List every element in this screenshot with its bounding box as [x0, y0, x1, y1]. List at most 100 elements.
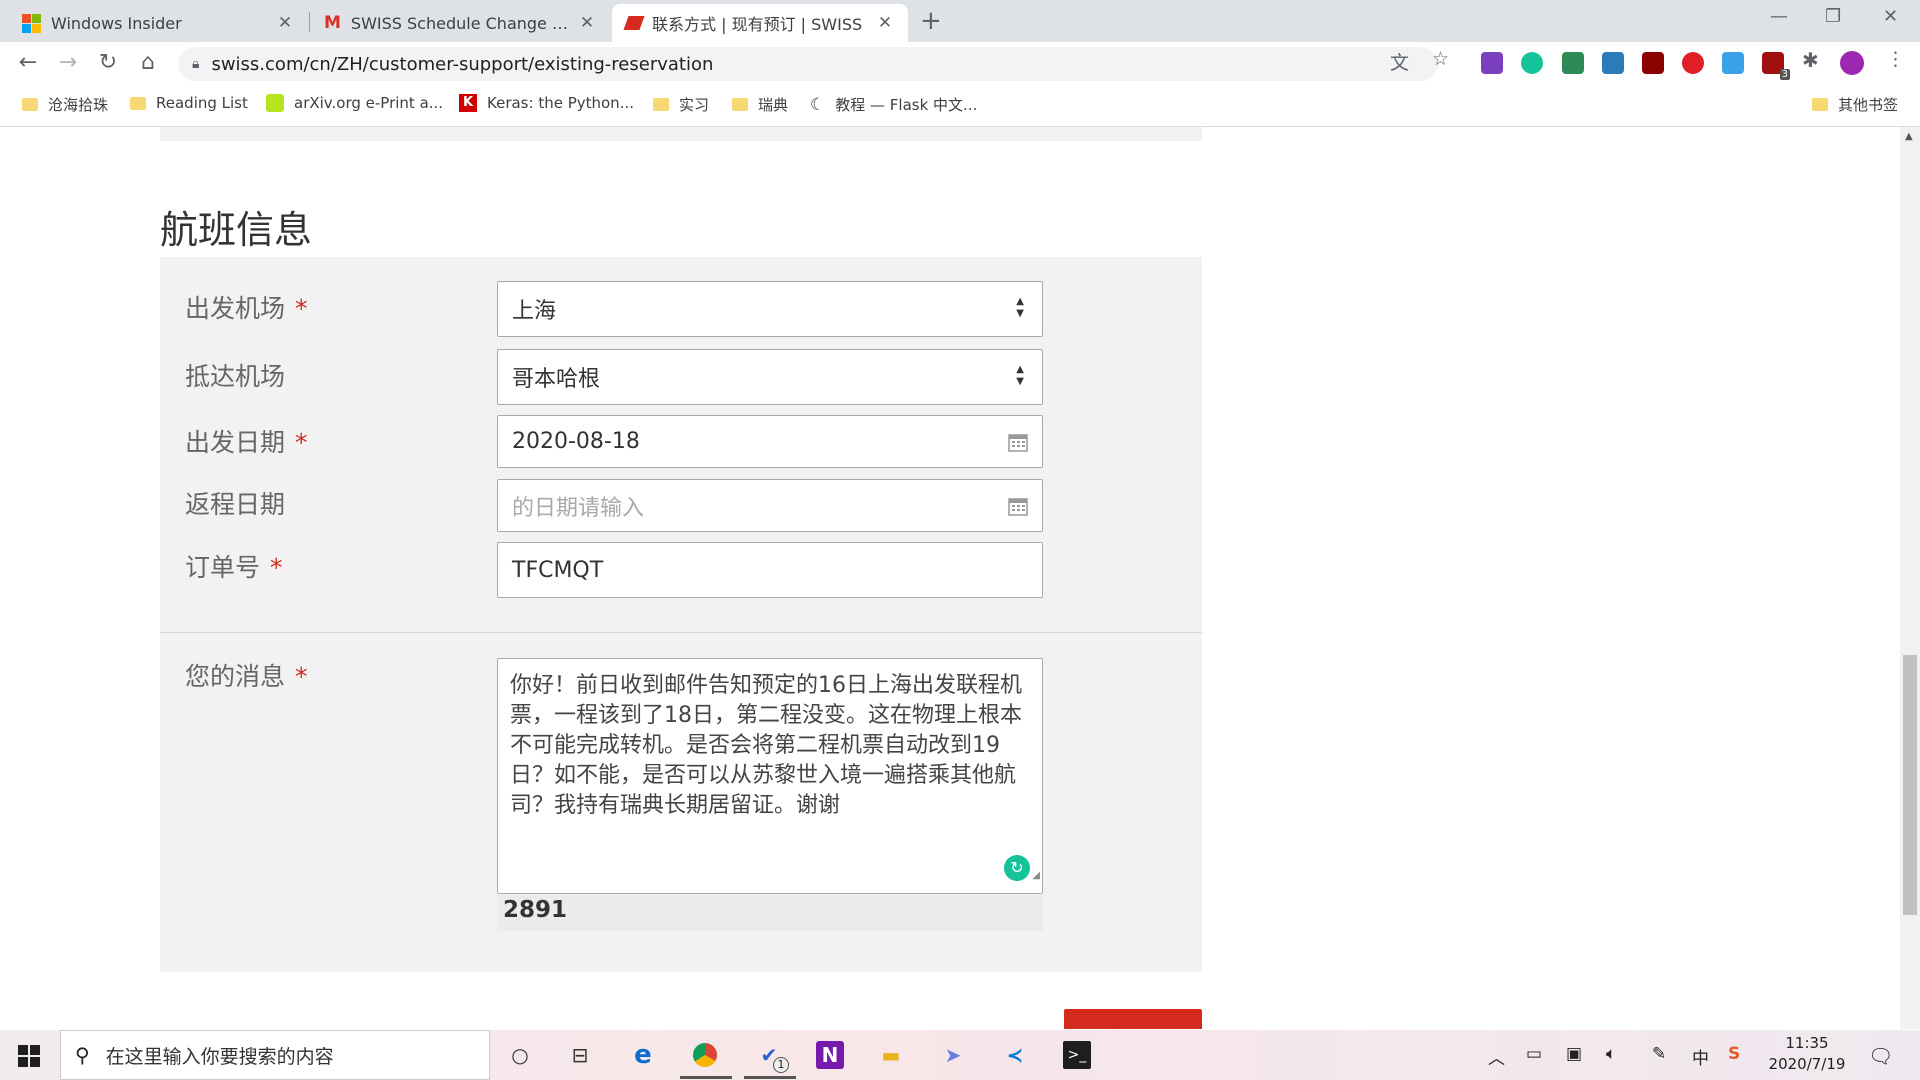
- grammarly-icon[interactable]: ↻: [1004, 855, 1030, 881]
- bookmark-item[interactable]: 沧海拾珠: [22, 94, 108, 115]
- section-divider: [160, 632, 1202, 633]
- arrival-airport-select[interactable]: 哥本哈根 ▲ ▼: [497, 349, 1043, 405]
- onenote-icon[interactable]: N: [816, 1041, 844, 1069]
- extensions-puzzle-icon[interactable]: ✱: [1802, 48, 1819, 72]
- terminal-icon[interactable]: >_: [1063, 1041, 1091, 1069]
- edge-icon[interactable]: e: [629, 1041, 657, 1069]
- windows-logo-icon: [22, 13, 41, 33]
- resize-handle-icon[interactable]: ◢: [1032, 861, 1040, 891]
- scroll-up-arrow-icon[interactable]: ▲: [1905, 131, 1913, 142]
- departure-airport-select[interactable]: 上海 ▲ ▼: [497, 281, 1043, 337]
- onenote-clipper-icon[interactable]: [1481, 52, 1503, 74]
- clock-time: 11:35: [1785, 1034, 1829, 1052]
- bookmark-item[interactable]: arXiv.org e-Print a...: [266, 94, 443, 112]
- start-button[interactable]: [18, 1045, 40, 1067]
- show-hidden-icons-icon[interactable]: ︿: [1488, 1044, 1505, 1069]
- file-explorer-icon[interactable]: ▬: [877, 1041, 905, 1069]
- forward-button[interactable]: →: [54, 50, 82, 75]
- remaining-chars-count: 2891: [503, 897, 568, 923]
- label-text: 抵达机场: [185, 362, 286, 391]
- ime-indicator[interactable]: 中: [1692, 1044, 1709, 1069]
- bookmark-item[interactable]: 实习: [653, 94, 709, 115]
- bookmark-label: 教程 — Flask 中文...: [835, 96, 978, 114]
- adblock-extension-icon[interactable]: [1682, 52, 1704, 74]
- clock-date: 2020/7/19: [1768, 1055, 1846, 1073]
- label-text: 出发机场: [185, 294, 286, 323]
- tab-windows-insider[interactable]: Windows Insider ✕: [8, 4, 308, 42]
- message-textarea[interactable]: 你好！前日收到邮件告知预定的16日上海出发联程机票，一程该到了18日，第二程没变…: [497, 658, 1043, 894]
- battery-icon[interactable]: ▭: [1526, 1044, 1542, 1064]
- chrome-icon[interactable]: [691, 1041, 719, 1069]
- translate-icon[interactable]: 文: [1390, 48, 1409, 75]
- close-icon[interactable]: ✕: [876, 13, 894, 33]
- home-button[interactable]: ⌂: [134, 50, 162, 75]
- select-arrows-icon: ▲ ▼: [1016, 296, 1024, 319]
- feishu-icon[interactable]: ➤: [939, 1041, 967, 1069]
- todo-icon[interactable]: ✔ 1: [755, 1041, 789, 1073]
- label-text: 返程日期: [185, 490, 286, 519]
- profile-avatar[interactable]: [1840, 51, 1864, 75]
- bookmark-item[interactable]: K Keras: the Python...: [459, 94, 634, 112]
- calendar-icon[interactable]: [1008, 432, 1028, 452]
- return-date-label: 返程日期: [185, 485, 285, 521]
- restore-button[interactable]: ❐: [1825, 6, 1841, 27]
- network-icon[interactable]: ▣: [1566, 1044, 1582, 1064]
- required-mark: *: [295, 428, 308, 457]
- bookmark-item[interactable]: ☾ 教程 — Flask 中文...: [810, 94, 977, 115]
- new-tab-button[interactable]: +: [920, 6, 942, 36]
- required-mark: *: [270, 553, 283, 582]
- page-scrollbar[interactable]: ▲: [1900, 127, 1920, 1029]
- sogou-input-icon[interactable]: S: [1728, 1044, 1740, 1064]
- volume-icon[interactable]: 🔈︎: [1606, 1044, 1616, 1064]
- minimize-button[interactable]: —: [1770, 6, 1788, 27]
- tab-swiss-contact[interactable]: 联系方式 | 现有预订 | SWISS ✕: [612, 4, 908, 42]
- submit-button[interactable]: [1064, 1009, 1202, 1029]
- task-view-icon[interactable]: ⊟: [566, 1041, 594, 1069]
- bookmark-label: arXiv.org e-Print a...: [294, 94, 444, 112]
- pdf-extension-icon[interactable]: [1642, 52, 1664, 74]
- booking-number-label: 订单号 *: [185, 548, 283, 584]
- todo-active-indicator: [744, 1076, 796, 1079]
- scrollbar-thumb[interactable]: [1903, 655, 1917, 915]
- ublock-icon[interactable]: 3: [1762, 52, 1790, 80]
- cortana-icon[interactable]: ○: [506, 1041, 534, 1069]
- tab-strip: Windows Insider ✕ M SWISS Schedule Chang…: [0, 0, 1920, 42]
- arxiv-icon: [266, 94, 284, 112]
- close-window-button[interactable]: ✕: [1883, 6, 1898, 27]
- taskbar-search-box[interactable]: ⚲ 在这里输入你要搜索的内容: [60, 1030, 490, 1080]
- bookmark-item[interactable]: Reading List: [130, 94, 248, 112]
- folder-icon: [653, 98, 669, 111]
- reload-button[interactable]: ↻: [94, 50, 122, 75]
- booking-number-input[interactable]: TFCMQT: [497, 542, 1043, 598]
- pen-workspace-icon[interactable]: ✎: [1652, 1044, 1666, 1064]
- return-date-input[interactable]: 的日期请输入: [497, 479, 1043, 532]
- sync-extension-icon[interactable]: [1602, 52, 1624, 74]
- more-menu-icon[interactable]: ⋮: [1886, 48, 1905, 70]
- bookmark-extension-icon[interactable]: [1562, 52, 1584, 74]
- departure-date-input[interactable]: 2020-08-18: [497, 415, 1043, 468]
- vscode-icon[interactable]: ≺: [1001, 1041, 1029, 1069]
- close-icon[interactable]: ✕: [276, 13, 294, 33]
- tab-swiss-gmail[interactable]: M SWISS Schedule Change for Bo ✕: [310, 4, 610, 42]
- close-icon[interactable]: ✕: [578, 13, 596, 33]
- browser-toolbar: ← → ↻ ⌂ 🔒︎ swiss.com/cn/ZH/customer-supp…: [0, 42, 1920, 86]
- other-bookmarks[interactable]: 其他书签: [1812, 94, 1898, 115]
- back-button[interactable]: ←: [14, 50, 42, 75]
- taskbar-clock[interactable]: 11:35 2020/7/19: [1762, 1033, 1852, 1075]
- search-placeholder: 在这里输入你要搜索的内容: [105, 1045, 334, 1068]
- bookmark-label: 瑞典: [758, 96, 789, 114]
- todo-badge: 1: [773, 1057, 789, 1073]
- bookmark-item[interactable]: 瑞典: [732, 94, 788, 115]
- tab-title: SWISS Schedule Change for Bo: [350, 13, 568, 33]
- bookmark-star-icon[interactable]: ☆: [1432, 48, 1449, 70]
- notes-extension-icon[interactable]: [1722, 52, 1744, 74]
- tab-title: 联系方式 | 现有预订 | SWISS: [652, 15, 863, 34]
- page-content: 航班信息 出发机场 * 上海 ▲ ▼ 抵达机场 哥本哈根 ▲ ▼ 出发日期 * 2020…: [0, 127, 1900, 1029]
- notification-center-icon[interactable]: 🗨︎: [1868, 1044, 1893, 1068]
- calendar-icon[interactable]: [1008, 496, 1028, 516]
- address-bar[interactable]: 🔒︎ swiss.com/cn/ZH/customer-support/exis…: [178, 47, 1438, 81]
- select-arrows-icon: ▲ ▼: [1016, 364, 1024, 387]
- lock-icon[interactable]: 🔒︎: [192, 56, 199, 72]
- grammarly-icon[interactable]: [1521, 52, 1543, 74]
- url-text: swiss.com/cn/ZH/customer-support/existin…: [211, 53, 714, 75]
